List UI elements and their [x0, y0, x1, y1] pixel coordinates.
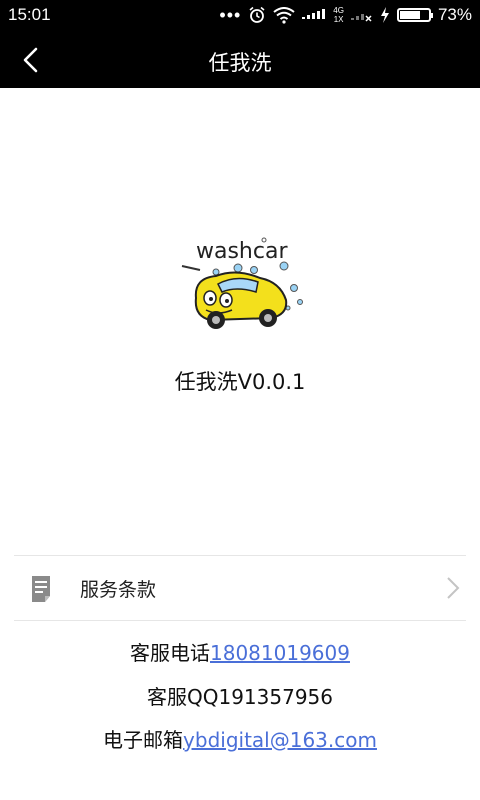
battery-percent: 73% — [437, 5, 472, 24]
wifi-icon — [273, 6, 295, 24]
battery-icon — [396, 8, 433, 22]
email-contact: 电子邮箱ybdigital@163.com — [0, 724, 480, 753]
customer-service-phone: 客服电话18081019609 — [0, 637, 480, 666]
divider-bottom — [14, 620, 466, 621]
phone-label: 客服电话 — [130, 641, 210, 665]
signal-bars-icon — [302, 9, 326, 19]
signal-no-service-icon — [350, 14, 372, 22]
status-icons: ••• 4G 1X 73% — [219, 5, 472, 25]
customer-service-qq: 客服QQ191357956 — [146, 685, 333, 709]
battery-fill — [399, 11, 420, 19]
terms-of-service-row[interactable]: 服务条款 — [0, 556, 480, 620]
status-time: 15:01 — [8, 5, 51, 24]
terms-of-service-label: 服务条款 — [80, 579, 157, 601]
app-version: 任我洗V0.0.1 — [174, 370, 306, 394]
charging-bolt-icon — [380, 7, 389, 23]
phone-link[interactable]: 18081019609 — [210, 641, 350, 665]
alarm-clock-icon — [249, 6, 265, 23]
svg-text:washcar: washcar — [196, 239, 288, 264]
email-label: 电子邮箱 — [103, 728, 184, 752]
page-title: 任我洗 — [208, 51, 272, 75]
more-notifications-icon: ••• — [219, 5, 242, 25]
status-bar: 15:01 ••• 4G 1X 73% — [0, 0, 480, 33]
washcar-logo: washcar — [181, 237, 303, 329]
network-type: 4G 1X — [333, 6, 344, 24]
title-bar: 任我洗 — [0, 33, 480, 88]
email-link[interactable]: ybdigital@163.com — [183, 728, 377, 752]
chevron-right-icon — [447, 577, 460, 599]
document-icon — [32, 576, 50, 602]
network-type-top: 4G — [333, 6, 344, 15]
network-type-bottom: 1X — [333, 15, 344, 24]
